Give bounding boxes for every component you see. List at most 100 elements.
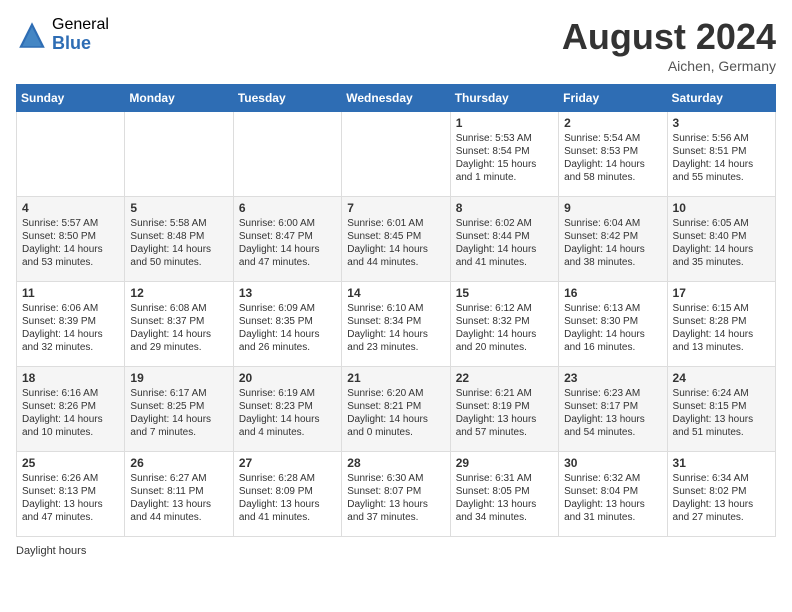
day-info: Sunset: 8:37 PM xyxy=(130,315,227,328)
day-info: Daylight: 14 hours and 53 minutes. xyxy=(22,243,119,269)
day-info: Sunrise: 6:21 AM xyxy=(456,387,553,400)
day-info: Daylight: 14 hours and 50 minutes. xyxy=(130,243,227,269)
calendar-row-1: 1Sunrise: 5:53 AMSunset: 8:54 PMDaylight… xyxy=(17,112,776,197)
day-info: Daylight: 13 hours and 37 minutes. xyxy=(347,498,444,524)
day-info: Sunset: 8:48 PM xyxy=(130,230,227,243)
day-info: Sunrise: 6:05 AM xyxy=(673,217,770,230)
header-cell-saturday: Saturday xyxy=(667,85,775,112)
calendar-cell xyxy=(233,112,341,197)
calendar-cell: 25Sunrise: 6:26 AMSunset: 8:13 PMDayligh… xyxy=(17,452,125,537)
day-number: 25 xyxy=(22,456,119,470)
page-header: General Blue August 2024 Aichen, Germany xyxy=(16,16,776,74)
calendar-cell: 7Sunrise: 6:01 AMSunset: 8:45 PMDaylight… xyxy=(342,197,450,282)
day-info: Daylight: 14 hours and 13 minutes. xyxy=(673,328,770,354)
day-info: Sunset: 8:26 PM xyxy=(22,400,119,413)
logo-icon xyxy=(16,19,48,51)
day-info: Sunrise: 5:53 AM xyxy=(456,132,553,145)
day-info: Daylight: 14 hours and 35 minutes. xyxy=(673,243,770,269)
day-number: 27 xyxy=(239,456,336,470)
day-info: Sunrise: 6:06 AM xyxy=(22,302,119,315)
day-number: 26 xyxy=(130,456,227,470)
day-info: Daylight: 14 hours and 58 minutes. xyxy=(564,158,661,184)
calendar-cell xyxy=(342,112,450,197)
calendar-cell: 11Sunrise: 6:06 AMSunset: 8:39 PMDayligh… xyxy=(17,282,125,367)
footer-note: Daylight hours xyxy=(16,545,776,557)
calendar-cell: 16Sunrise: 6:13 AMSunset: 8:30 PMDayligh… xyxy=(559,282,667,367)
day-info: Sunset: 8:39 PM xyxy=(22,315,119,328)
day-info: Sunrise: 6:12 AM xyxy=(456,302,553,315)
day-info: Sunset: 8:35 PM xyxy=(239,315,336,328)
day-info: Sunset: 8:40 PM xyxy=(673,230,770,243)
calendar-cell: 3Sunrise: 5:56 AMSunset: 8:51 PMDaylight… xyxy=(667,112,775,197)
day-number: 31 xyxy=(673,456,770,470)
day-info: Sunrise: 6:20 AM xyxy=(347,387,444,400)
calendar-row-3: 11Sunrise: 6:06 AMSunset: 8:39 PMDayligh… xyxy=(17,282,776,367)
day-info: Sunset: 8:28 PM xyxy=(673,315,770,328)
month-year: August 2024 xyxy=(562,16,776,58)
calendar-cell: 19Sunrise: 6:17 AMSunset: 8:25 PMDayligh… xyxy=(125,367,233,452)
day-number: 6 xyxy=(239,201,336,215)
day-info: Sunrise: 6:24 AM xyxy=(673,387,770,400)
day-info: Sunset: 8:09 PM xyxy=(239,485,336,498)
day-info: Sunrise: 6:15 AM xyxy=(673,302,770,315)
header-cell-friday: Friday xyxy=(559,85,667,112)
day-info: Sunset: 8:05 PM xyxy=(456,485,553,498)
header-cell-sunday: Sunday xyxy=(17,85,125,112)
day-info: Sunrise: 5:57 AM xyxy=(22,217,119,230)
day-info: Daylight: 13 hours and 47 minutes. xyxy=(22,498,119,524)
day-number: 10 xyxy=(673,201,770,215)
calendar-cell: 20Sunrise: 6:19 AMSunset: 8:23 PMDayligh… xyxy=(233,367,341,452)
header-cell-tuesday: Tuesday xyxy=(233,85,341,112)
calendar-body: 1Sunrise: 5:53 AMSunset: 8:54 PMDaylight… xyxy=(17,112,776,537)
calendar-cell: 2Sunrise: 5:54 AMSunset: 8:53 PMDaylight… xyxy=(559,112,667,197)
day-info: Daylight: 14 hours and 20 minutes. xyxy=(456,328,553,354)
day-info: Sunset: 8:02 PM xyxy=(673,485,770,498)
footer-label: Daylight hours xyxy=(16,545,86,557)
day-info: Sunrise: 5:58 AM xyxy=(130,217,227,230)
calendar-cell: 22Sunrise: 6:21 AMSunset: 8:19 PMDayligh… xyxy=(450,367,558,452)
day-info: Daylight: 14 hours and 38 minutes. xyxy=(564,243,661,269)
day-info: Sunrise: 6:34 AM xyxy=(673,472,770,485)
day-info: Sunrise: 5:56 AM xyxy=(673,132,770,145)
day-number: 12 xyxy=(130,286,227,300)
day-info: Sunset: 8:54 PM xyxy=(456,145,553,158)
calendar-cell: 9Sunrise: 6:04 AMSunset: 8:42 PMDaylight… xyxy=(559,197,667,282)
day-info: Sunrise: 6:16 AM xyxy=(22,387,119,400)
day-info: Sunrise: 6:04 AM xyxy=(564,217,661,230)
day-number: 28 xyxy=(347,456,444,470)
calendar-header: SundayMondayTuesdayWednesdayThursdayFrid… xyxy=(17,85,776,112)
day-info: Daylight: 13 hours and 44 minutes. xyxy=(130,498,227,524)
day-info: Sunset: 8:25 PM xyxy=(130,400,227,413)
calendar-cell: 23Sunrise: 6:23 AMSunset: 8:17 PMDayligh… xyxy=(559,367,667,452)
calendar-cell xyxy=(17,112,125,197)
day-info: Daylight: 14 hours and 26 minutes. xyxy=(239,328,336,354)
day-info: Sunrise: 6:19 AM xyxy=(239,387,336,400)
calendar-cell: 1Sunrise: 5:53 AMSunset: 8:54 PMDaylight… xyxy=(450,112,558,197)
day-info: Daylight: 13 hours and 57 minutes. xyxy=(456,413,553,439)
calendar-cell: 15Sunrise: 6:12 AMSunset: 8:32 PMDayligh… xyxy=(450,282,558,367)
calendar-row-5: 25Sunrise: 6:26 AMSunset: 8:13 PMDayligh… xyxy=(17,452,776,537)
calendar-cell: 21Sunrise: 6:20 AMSunset: 8:21 PMDayligh… xyxy=(342,367,450,452)
day-info: Sunset: 8:04 PM xyxy=(564,485,661,498)
title-block: August 2024 Aichen, Germany xyxy=(562,16,776,74)
day-info: Sunset: 8:11 PM xyxy=(130,485,227,498)
day-info: Daylight: 14 hours and 47 minutes. xyxy=(239,243,336,269)
day-info: Sunrise: 6:09 AM xyxy=(239,302,336,315)
day-number: 29 xyxy=(456,456,553,470)
day-number: 5 xyxy=(130,201,227,215)
day-info: Daylight: 13 hours and 54 minutes. xyxy=(564,413,661,439)
day-info: Sunrise: 6:26 AM xyxy=(22,472,119,485)
day-info: Sunset: 8:07 PM xyxy=(347,485,444,498)
day-info: Sunrise: 6:10 AM xyxy=(347,302,444,315)
day-info: Sunset: 8:42 PM xyxy=(564,230,661,243)
calendar-cell: 14Sunrise: 6:10 AMSunset: 8:34 PMDayligh… xyxy=(342,282,450,367)
location: Aichen, Germany xyxy=(562,58,776,74)
day-info: Sunset: 8:50 PM xyxy=(22,230,119,243)
logo-blue: Blue xyxy=(52,34,109,54)
day-info: Sunrise: 6:32 AM xyxy=(564,472,661,485)
day-number: 8 xyxy=(456,201,553,215)
day-number: 21 xyxy=(347,371,444,385)
day-number: 15 xyxy=(456,286,553,300)
day-number: 13 xyxy=(239,286,336,300)
day-info: Sunset: 8:44 PM xyxy=(456,230,553,243)
